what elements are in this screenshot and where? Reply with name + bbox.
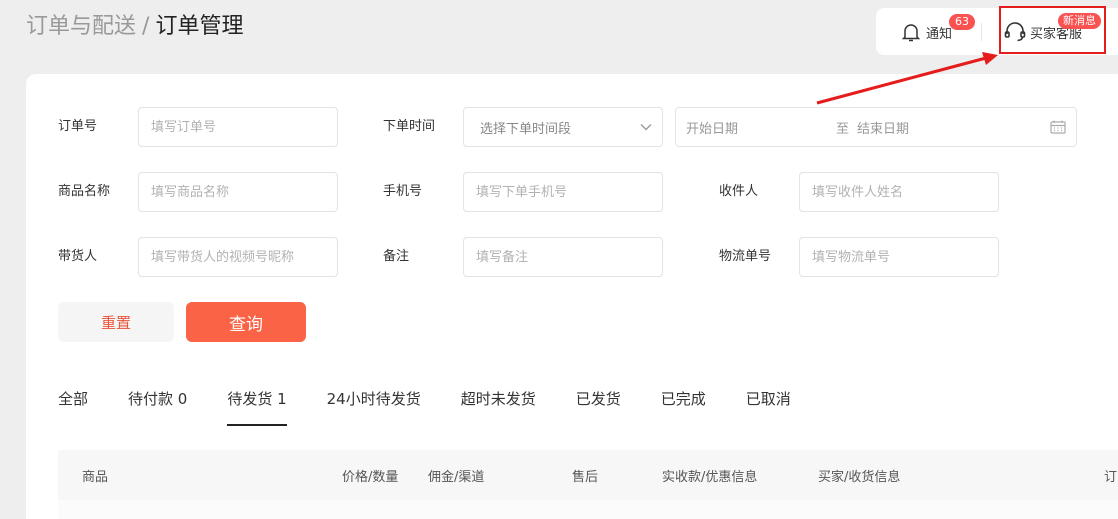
end-date-placeholder: 结束日期 [857, 121, 910, 137]
phone-label: 手机号 [383, 184, 423, 199]
annotation-highlight-box [999, 6, 1106, 54]
bell-icon [902, 24, 920, 42]
order-no-field [138, 107, 338, 147]
query-button[interactable]: 查询 [186, 302, 306, 342]
notice-count-badge: 63 [949, 14, 975, 30]
notice-label: 通知 [926, 26, 953, 42]
breadcrumb-separator: / [142, 14, 150, 39]
tracking-no-input[interactable] [800, 238, 998, 276]
tracking-no-field [799, 237, 999, 277]
receiver-field [799, 172, 999, 212]
column-header-buyer-shipping: 买家/收货信息 [818, 470, 901, 485]
product-name-field [138, 172, 338, 212]
date-range-picker[interactable]: 开始日期 至 结束日期 [675, 107, 1077, 147]
start-date-placeholder: 开始日期 [686, 121, 739, 137]
tab-24h-pending-shipment[interactable]: 24小时待发货 [327, 388, 421, 426]
calendar-icon [1050, 120, 1066, 134]
product-name-label: 商品名称 [58, 184, 111, 199]
order-no-label: 订单号 [58, 119, 98, 134]
receiver-label: 收件人 [719, 184, 759, 199]
column-header-order-truncated: 订 [1104, 470, 1118, 485]
order-status-tabs: 全部 待付款 0 待发货 1 24小时待发货 超时未发货 已发货 已完成 已取消 [58, 388, 831, 426]
remark-label: 备注 [383, 249, 410, 264]
chevron-down-icon [640, 124, 652, 131]
page-title: 订单管理 [155, 14, 244, 39]
tab-overdue-unshipped[interactable]: 超时未发货 [461, 388, 536, 426]
promoter-input[interactable] [139, 238, 337, 276]
column-header-price-quantity: 价格/数量 [342, 470, 399, 485]
notice-button[interactable]: 通知 [902, 22, 952, 42]
order-no-input[interactable] [139, 108, 337, 146]
breadcrumb-parent[interactable]: 订单与配送 [26, 14, 136, 39]
main-card: 订单号 下单时间 选择下单时间段 开始日期 至 结束日期 商品名称 手机号 收件… [26, 74, 1118, 519]
breadcrumb: 订单与配送 / 订单管理 [26, 12, 243, 42]
column-header-received-discount: 实收款/优惠信息 [662, 470, 758, 485]
promoter-label: 带货人 [58, 249, 98, 264]
remark-input[interactable] [464, 238, 662, 276]
order-time-label: 下单时间 [383, 119, 436, 134]
tab-shipped[interactable]: 已发货 [576, 388, 621, 426]
tab-all[interactable]: 全部 [58, 388, 88, 426]
promoter-field [138, 237, 338, 277]
phone-field [463, 172, 663, 212]
remark-field [463, 237, 663, 277]
column-header-commission-channel: 佣金/渠道 [428, 470, 485, 485]
product-name-input[interactable] [139, 173, 337, 211]
phone-input[interactable] [464, 173, 662, 211]
tab-cancelled[interactable]: 已取消 [746, 388, 791, 426]
tab-pending-shipment[interactable]: 待发货 1 [227, 388, 287, 426]
order-time-select-value: 选择下单时间段 [480, 121, 572, 137]
date-range-separator: 至 [836, 121, 850, 137]
tab-completed[interactable]: 已完成 [661, 388, 706, 426]
reset-button[interactable]: 重置 [58, 302, 174, 342]
receiver-input[interactable] [800, 173, 998, 211]
order-time-select[interactable]: 选择下单时间段 [463, 107, 663, 147]
order-table-header: 商品 价格/数量 佣金/渠道 售后 实收款/优惠信息 买家/收货信息 订 [58, 450, 1118, 500]
tracking-no-label: 物流单号 [719, 249, 772, 264]
column-header-after-sales: 售后 [572, 470, 599, 485]
tab-pending-payment[interactable]: 待付款 0 [128, 388, 187, 426]
topbar-divider [981, 23, 982, 41]
column-header-product: 商品 [82, 470, 109, 485]
order-row-summary [58, 500, 1118, 519]
